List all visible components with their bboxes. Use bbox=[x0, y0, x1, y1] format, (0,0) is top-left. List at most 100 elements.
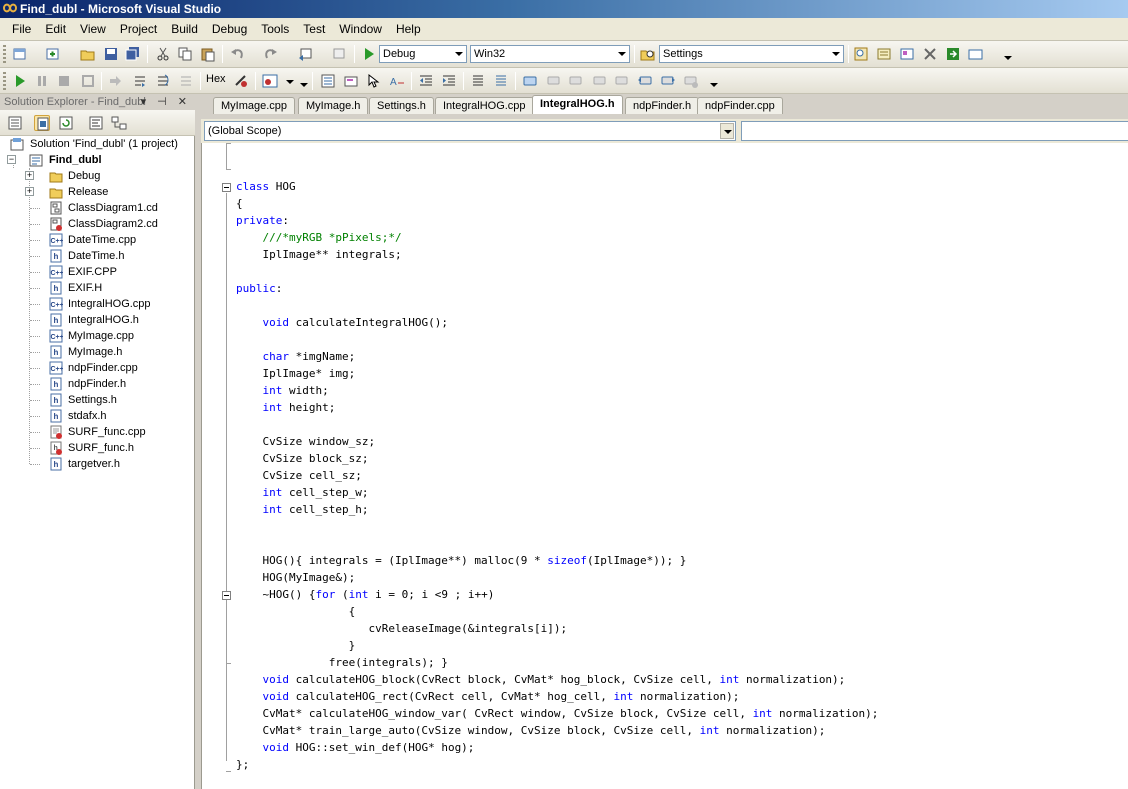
code-editor[interactable]: class HOG {private: ///*myRGB *pPixels;*/… bbox=[201, 143, 1128, 789]
save-all-icon[interactable] bbox=[125, 46, 141, 62]
toggle-bookmark-icon[interactable] bbox=[522, 73, 538, 89]
object-browser-icon[interactable] bbox=[899, 46, 915, 62]
previous-bookmark-in-folder-icon[interactable] bbox=[591, 73, 607, 89]
display-object-members-icon[interactable] bbox=[320, 73, 336, 89]
file-node[interactable]: C++ IntegralHOG.cpp bbox=[0, 296, 190, 312]
previous-bookmark-in-document-icon[interactable] bbox=[637, 73, 653, 89]
file-node[interactable]: SURF_func.cpp bbox=[0, 424, 190, 440]
show-all-files-icon[interactable] bbox=[34, 115, 50, 131]
chevron-down-icon[interactable] bbox=[282, 73, 294, 89]
document-tab[interactable]: Settings.h bbox=[369, 97, 434, 114]
menu-edit[interactable]: Edit bbox=[38, 18, 73, 41]
document-tab[interactable]: MyImage.h bbox=[298, 97, 369, 114]
file-node[interactable]: h ndpFinder.h bbox=[0, 376, 190, 392]
document-tab[interactable]: ndpFinder.h bbox=[625, 97, 700, 114]
find-combo[interactable]: Settings bbox=[659, 45, 844, 63]
document-tab[interactable]: MyImage.cpp bbox=[213, 97, 296, 114]
save-icon[interactable] bbox=[103, 46, 119, 62]
clear-bookmarks-icon[interactable] bbox=[683, 73, 699, 89]
step-out-icon[interactable] bbox=[178, 73, 194, 89]
next-bookmark-icon[interactable] bbox=[568, 73, 584, 89]
panel-window-buttons[interactable]: ▾ ⊣ ✕ bbox=[141, 94, 191, 110]
file-node[interactable]: C++ ndpFinder.cpp bbox=[0, 360, 190, 376]
menu-tools[interactable]: Tools bbox=[254, 18, 296, 41]
file-node[interactable]: h Settings.h bbox=[0, 392, 190, 408]
previous-bookmark-icon[interactable] bbox=[545, 73, 561, 89]
scope-select[interactable]: (Global Scope) bbox=[204, 121, 736, 141]
toolbar-grip[interactable] bbox=[3, 45, 6, 63]
toolbar-options-icon[interactable] bbox=[706, 73, 718, 89]
undo-icon[interactable] bbox=[230, 46, 246, 62]
paste-icon[interactable] bbox=[200, 46, 216, 62]
other-windows-icon[interactable] bbox=[968, 46, 984, 62]
next-bookmark-in-document-icon[interactable] bbox=[660, 73, 676, 89]
quick-info-icon[interactable] bbox=[366, 73, 382, 89]
collapse-icon[interactable]: − bbox=[7, 155, 16, 164]
configuration-select[interactable]: Debug bbox=[379, 45, 467, 63]
properties-icon[interactable] bbox=[7, 115, 23, 131]
project-node[interactable]: − Find_dubl bbox=[4, 152, 189, 168]
refresh-icon[interactable] bbox=[58, 115, 74, 131]
toggle-breakpoint-icon[interactable] bbox=[233, 73, 249, 89]
next-bookmark-in-folder-icon[interactable] bbox=[614, 73, 630, 89]
find-in-files-icon[interactable] bbox=[640, 46, 656, 62]
parameter-info-icon[interactable] bbox=[343, 73, 359, 89]
file-node[interactable]: ClassDiagram2.cd bbox=[0, 216, 190, 232]
solution-explorer-icon[interactable] bbox=[853, 46, 869, 62]
chevron-down-icon[interactable] bbox=[615, 47, 628, 61]
toolbar-grip[interactable] bbox=[3, 72, 6, 90]
step-into-icon[interactable] bbox=[132, 73, 148, 89]
uncomment-lines-icon[interactable] bbox=[493, 73, 509, 89]
menu-file[interactable]: File bbox=[5, 18, 38, 41]
menu-test[interactable]: Test bbox=[296, 18, 332, 41]
expand-icon[interactable]: + bbox=[25, 171, 34, 180]
outline-collapse-icon[interactable] bbox=[222, 183, 231, 192]
document-tab[interactable]: IntegralHOG.cpp bbox=[435, 97, 534, 114]
start-debugging-icon[interactable] bbox=[361, 46, 377, 62]
file-node[interactable]: h DateTime.h bbox=[0, 248, 190, 264]
show-next-statement-icon[interactable] bbox=[108, 73, 124, 89]
chevron-down-icon[interactable] bbox=[829, 47, 842, 61]
file-node[interactable]: C++ EXIF.CPP bbox=[0, 264, 190, 280]
stop-debugging-icon[interactable] bbox=[56, 73, 72, 89]
solution-node[interactable]: Solution 'Find_dubl' (1 project) bbox=[8, 136, 193, 152]
menu-help[interactable]: Help bbox=[389, 18, 428, 41]
file-node[interactable]: C++ MyImage.cpp bbox=[0, 328, 190, 344]
view-class-diagram-icon[interactable] bbox=[111, 115, 127, 131]
chevron-down-icon[interactable] bbox=[452, 47, 465, 61]
document-tab[interactable]: ndpFinder.cpp bbox=[697, 97, 783, 114]
step-over-icon[interactable] bbox=[155, 73, 171, 89]
file-node[interactable]: h SURF_func.h bbox=[0, 440, 190, 456]
chevron-down-icon[interactable] bbox=[720, 123, 734, 139]
menu-build[interactable]: Build bbox=[164, 18, 205, 41]
comment-lines-icon[interactable] bbox=[470, 73, 486, 89]
file-node[interactable]: h MyImage.h bbox=[0, 344, 190, 360]
menu-window[interactable]: Window bbox=[332, 18, 389, 41]
file-node[interactable]: h targetver.h bbox=[0, 456, 190, 472]
copy-icon[interactable] bbox=[177, 46, 193, 62]
menu-view[interactable]: View bbox=[73, 18, 113, 41]
decrease-indent-icon[interactable] bbox=[418, 73, 434, 89]
hex-display-label[interactable]: Hex bbox=[206, 73, 226, 85]
start-page-icon[interactable] bbox=[945, 46, 961, 62]
expand-icon[interactable]: + bbox=[25, 187, 34, 196]
toolbar-options-icon[interactable] bbox=[296, 73, 308, 89]
file-node[interactable]: h EXIF.H bbox=[0, 280, 190, 296]
document-tab[interactable]: IntegralHOG.h bbox=[532, 95, 623, 114]
cut-icon[interactable] bbox=[155, 46, 171, 62]
add-item-icon[interactable] bbox=[45, 46, 61, 62]
break-all-icon[interactable] bbox=[34, 73, 50, 89]
increase-indent-icon[interactable] bbox=[441, 73, 457, 89]
file-node[interactable]: C++ DateTime.cpp bbox=[0, 232, 190, 248]
outline-collapse-icon[interactable] bbox=[222, 591, 231, 600]
toolbar-options-icon[interactable] bbox=[1000, 46, 1012, 62]
new-project-icon[interactable] bbox=[12, 46, 28, 62]
folder-node[interactable]: + Release bbox=[0, 184, 190, 200]
platform-select[interactable]: Win32 bbox=[470, 45, 630, 63]
redo-icon[interactable] bbox=[262, 46, 278, 62]
navigate-forward-icon[interactable] bbox=[331, 46, 347, 62]
members-select[interactable] bbox=[741, 121, 1128, 141]
indicator-margin[interactable] bbox=[205, 143, 224, 789]
complete-word-icon[interactable]: A bbox=[389, 73, 405, 89]
toolbox-icon[interactable] bbox=[922, 46, 938, 62]
